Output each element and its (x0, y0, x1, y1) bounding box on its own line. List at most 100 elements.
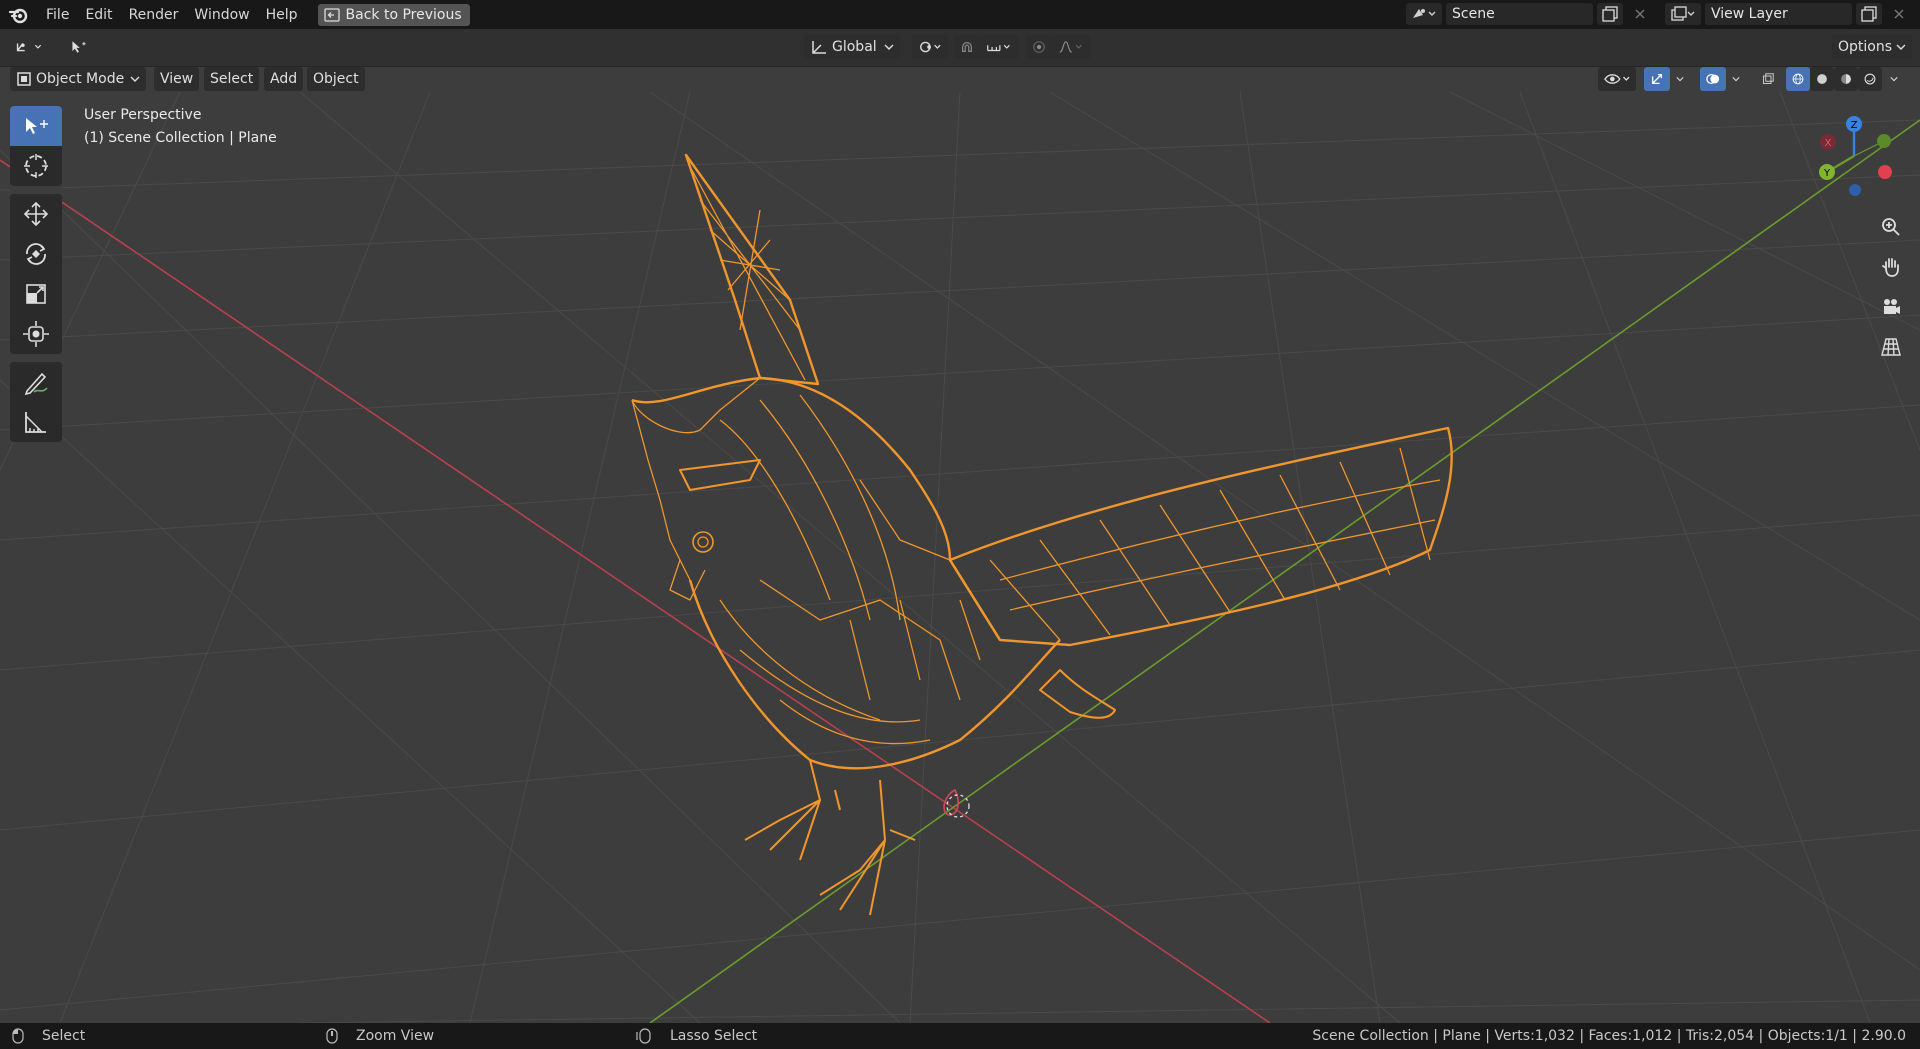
x-axis-line (0, 159, 1271, 1023)
navigation-gizmo[interactable]: Z Y X (1808, 110, 1908, 200)
tool-move[interactable] (10, 194, 62, 234)
neg-y-axis-handle[interactable] (1877, 134, 1891, 148)
shading-rendered-button[interactable] (1858, 67, 1882, 91)
viewport-collection-label: (1) Scene Collection | Plane (84, 130, 277, 146)
menu-object[interactable]: Object (307, 67, 365, 91)
pan-button[interactable] (1876, 252, 1906, 282)
z-axis-label: Z (1851, 120, 1858, 131)
tool-transform[interactable] (10, 314, 62, 354)
chevron-down-icon (1676, 77, 1684, 82)
overlays-dropdown[interactable] (1726, 67, 1746, 91)
scene-viewlayer-group: Scene View Layer (1406, 3, 1912, 25)
tool-scale[interactable] (10, 274, 62, 314)
3d-viewport[interactable] (0, 92, 1920, 1023)
proportional-edit-toggle[interactable] (1026, 35, 1052, 59)
options-label: Options (1838, 39, 1893, 55)
menu-file[interactable]: File (38, 4, 77, 26)
viewport-header: Object Mode View Select Add Object (0, 66, 1920, 92)
xray-toggle[interactable] (1756, 67, 1780, 91)
snap-target-dropdown[interactable] (980, 35, 1018, 59)
menu-add[interactable]: Add (264, 67, 304, 91)
chevron-down-icon (1896, 44, 1906, 50)
select-box-mode-button[interactable] (64, 35, 94, 59)
transform-icon (23, 321, 49, 347)
proportional-falloff-dropdown[interactable] (1052, 35, 1090, 59)
scene-browse-button[interactable] (1406, 3, 1442, 25)
view-layer-new-button[interactable] (1856, 3, 1882, 25)
scene-delete-button[interactable] (1627, 3, 1653, 25)
object-mode-label: Object Mode (36, 71, 125, 87)
neg-x-axis-handle[interactable] (1878, 165, 1892, 179)
owl-wireframe-model[interactable] (631, 153, 1453, 916)
chevron-down-icon (1890, 77, 1898, 82)
menu-edit[interactable]: Edit (77, 4, 120, 26)
menu-window[interactable]: Window (186, 4, 257, 26)
menu-help[interactable]: Help (258, 4, 306, 26)
scene-icon (1413, 9, 1436, 18)
scene-new-button[interactable] (1597, 3, 1623, 25)
back-screen-icon (323, 7, 340, 22)
status-lasso-hint: Lasso Select (636, 1028, 757, 1044)
tool-header: Global Options (0, 29, 1920, 67)
mouse-drag-icon (636, 1028, 651, 1044)
menu-view[interactable]: View (154, 67, 200, 91)
material-sphere-icon (1841, 74, 1851, 84)
select-cursor-icon (26, 118, 48, 134)
measure-ruler-icon (25, 412, 46, 433)
falloff-curve-icon (1059, 41, 1082, 53)
chevron-down-icon (1732, 77, 1740, 82)
snap-increment-icon (987, 44, 1010, 52)
move-arrows-icon (23, 201, 49, 227)
x-axis-label: X (1825, 138, 1832, 149)
shading-material-button[interactable] (1834, 67, 1858, 91)
y-axis-label: Y (1823, 168, 1831, 179)
mouse-middle-icon (326, 1028, 338, 1044)
neg-z-axis-handle[interactable] (1849, 184, 1861, 196)
view-layer-browse-button[interactable] (1665, 3, 1701, 25)
tool-annotate[interactable] (10, 362, 62, 402)
orientation-label: Global (832, 39, 877, 55)
view-layer-name-field[interactable]: View Layer (1705, 3, 1852, 25)
pivot-point-dropdown[interactable] (912, 35, 948, 59)
scene-statistics: Scene Collection | Plane | Verts:1,032 |… (1312, 1028, 1906, 1044)
zoom-button[interactable] (1876, 212, 1906, 242)
duplicate-icon (1602, 6, 1618, 22)
menu-render[interactable]: Render (121, 4, 187, 26)
status-bar: Select Zoom View Lasso Select Scene Coll… (0, 1023, 1920, 1049)
tool-measure[interactable] (10, 402, 62, 442)
tool-separator (10, 186, 62, 194)
object-mode-icon (17, 72, 31, 86)
menu-select[interactable]: Select (204, 67, 260, 91)
back-to-previous-button[interactable]: Back to Previous (317, 3, 470, 26)
status-lasso-label: Lasso Select (670, 1028, 758, 1044)
transform-orientation-dropdown[interactable]: Global (804, 35, 900, 59)
shading-solid-button[interactable] (1810, 67, 1834, 91)
shading-wireframe-button[interactable] (1786, 67, 1810, 91)
gizmo-dropdown[interactable] (1670, 67, 1690, 91)
blender-logo-icon[interactable] (8, 4, 30, 26)
object-mode-dropdown[interactable]: Object Mode (10, 67, 146, 91)
grid-icon (1881, 338, 1901, 356)
view-layer-delete-button[interactable] (1886, 3, 1912, 25)
editor-type-button[interactable] (8, 35, 52, 59)
shading-dropdown[interactable] (1884, 67, 1904, 91)
camera-view-button[interactable] (1876, 292, 1906, 322)
orientation-global-icon (812, 41, 826, 54)
camera-icon (1884, 299, 1900, 314)
visibility-dropdown[interactable] (1598, 67, 1636, 91)
gizmo-toggle[interactable] (1644, 67, 1670, 91)
ortho-toggle-button[interactable] (1876, 332, 1906, 362)
chevron-down-icon (130, 76, 140, 82)
scale-icon (26, 284, 46, 304)
scene-name-field[interactable]: Scene (1446, 3, 1593, 25)
snap-toggle[interactable] (954, 35, 980, 59)
options-dropdown[interactable]: Options (1832, 35, 1912, 59)
hand-icon (1882, 258, 1899, 277)
tool-rotate[interactable] (10, 234, 62, 274)
tool-select-box[interactable] (10, 106, 62, 146)
top-menu-bar: File Edit Render Window Help Back to Pre… (0, 0, 1920, 29)
close-icon (1635, 9, 1645, 19)
overlays-toggle[interactable] (1700, 67, 1726, 91)
tool-cursor[interactable] (10, 146, 62, 186)
mouse-left-icon (12, 1028, 24, 1044)
